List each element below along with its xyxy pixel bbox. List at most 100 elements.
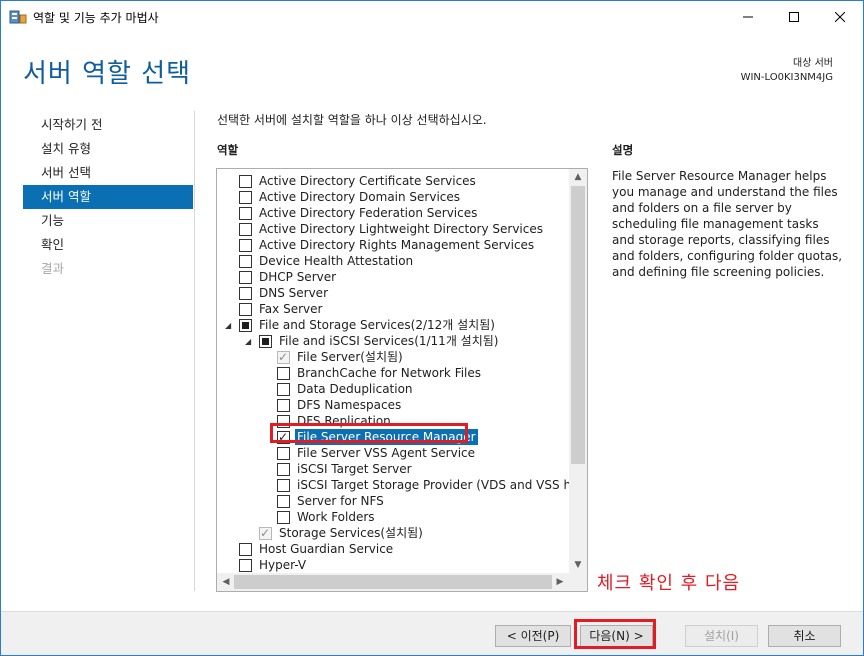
expander-icon[interactable]: ◢ xyxy=(225,321,235,331)
sidebar-item-before-you-begin[interactable]: 시작하기 전 xyxy=(23,113,193,137)
expander-icon[interactable]: ◢ xyxy=(245,337,255,347)
role-checkbox[interactable] xyxy=(239,559,252,572)
role-label: Work Folders xyxy=(297,510,375,524)
cancel-button[interactable]: 취소 xyxy=(768,625,841,647)
role-row[interactable]: iSCSI Target Storage Provider (VDS and V… xyxy=(217,477,569,493)
horizontal-scrollbar[interactable]: ◀ ▶ xyxy=(217,573,569,591)
role-label: Server for NFS xyxy=(297,494,384,508)
role-label: Active Directory Rights Management Servi… xyxy=(259,238,535,252)
sidebar-item-confirmation[interactable]: 확인 xyxy=(23,233,193,257)
role-label: File and iSCSI Services(1/11개 설치됨) xyxy=(279,334,499,348)
role-label: Data Deduplication xyxy=(297,382,413,396)
role-checkbox[interactable] xyxy=(239,191,252,204)
annotation-text: 체크 확인 후 다음 xyxy=(597,573,741,594)
role-row[interactable]: Active Directory Federation Services xyxy=(217,205,569,221)
role-label: DHCP Server xyxy=(259,270,337,284)
role-label: iSCSI Target Server xyxy=(297,462,412,476)
role-checkbox[interactable] xyxy=(277,383,290,396)
sidebar-item-server-selection[interactable]: 서버 선택 xyxy=(23,161,193,185)
role-checkbox[interactable] xyxy=(239,287,252,300)
role-label: Fax Server xyxy=(259,302,323,316)
role-label: Active Directory Federation Services xyxy=(259,206,478,220)
role-checkbox[interactable] xyxy=(239,175,252,188)
role-row[interactable]: Server for NFS xyxy=(217,493,569,509)
wizard-footer: < 이전(P) 다음(N) > 설치(I) 취소 xyxy=(1,611,863,655)
role-checkbox[interactable] xyxy=(239,239,252,252)
role-checkbox[interactable] xyxy=(239,543,252,556)
scroll-right-icon[interactable]: ▶ xyxy=(551,574,569,590)
role-checkbox: ✓ xyxy=(259,526,272,540)
role-row[interactable]: Device Health Attestation xyxy=(217,253,569,269)
role-row[interactable]: File Server VSS Agent Service xyxy=(217,445,569,461)
role-checkbox[interactable] xyxy=(277,367,290,380)
role-checkbox[interactable] xyxy=(277,399,290,412)
role-row[interactable]: Work Folders xyxy=(217,509,569,525)
role-row[interactable]: Data Deduplication xyxy=(217,381,569,397)
maximize-icon xyxy=(789,12,799,22)
minimize-icon xyxy=(743,16,753,18)
role-row[interactable]: ◢ File and Storage Services(2/12개 설치됨) xyxy=(217,317,569,333)
role-checkbox[interactable] xyxy=(239,271,252,284)
target-server-name: WIN-LO0KI3NM4JG xyxy=(740,72,833,83)
role-checkbox[interactable] xyxy=(277,479,290,492)
sidebar-item-server-roles[interactable]: 서버 역할 xyxy=(23,185,193,209)
role-row[interactable]: iSCSI Target Server xyxy=(217,461,569,477)
role-row[interactable]: Active Directory Lightweight Directory S… xyxy=(217,221,569,237)
role-checkbox[interactable] xyxy=(277,463,290,476)
scroll-down-icon[interactable]: ▼ xyxy=(569,557,587,573)
role-label: File Server(설치됨) xyxy=(297,350,403,364)
vertical-scroll-thumb[interactable] xyxy=(571,186,585,464)
role-row[interactable]: Fax Server xyxy=(217,301,569,317)
role-label: iSCSI Target Storage Provider (VDS and V… xyxy=(297,478,569,492)
next-button-annotation-outline xyxy=(574,619,656,649)
role-label: Host Guardian Service xyxy=(259,542,394,556)
scrollbar-corner xyxy=(569,573,587,591)
role-row[interactable]: BranchCache for Network Files xyxy=(217,365,569,381)
title-bar[interactable]: 역할 및 기능 추가 마법사 xyxy=(1,1,863,33)
horizontal-scroll-thumb[interactable] xyxy=(234,575,552,589)
role-checkbox[interactable] xyxy=(239,303,252,316)
role-checkbox[interactable] xyxy=(239,207,252,220)
role-checkbox[interactable] xyxy=(239,319,252,332)
role-checkbox: ✓ xyxy=(277,350,290,364)
vertical-scrollbar[interactable]: ▲ ▼ xyxy=(569,169,587,573)
roles-list[interactable]: Active Directory Certificate Services Act… xyxy=(216,168,588,592)
role-checkbox[interactable] xyxy=(239,223,252,236)
role-checkbox[interactable] xyxy=(259,335,272,348)
role-checkbox[interactable] xyxy=(277,447,290,460)
annotation-highlight-box xyxy=(270,423,468,443)
role-row[interactable]: DNS Server xyxy=(217,285,569,301)
role-row[interactable]: ◢ File and iSCSI Services(1/11개 설치됨) xyxy=(217,333,569,349)
target-server-label: 대상 서버 xyxy=(793,58,833,69)
role-row[interactable]: ✓ Storage Services(설치됨) xyxy=(217,525,569,541)
partial-check-icon xyxy=(262,338,269,345)
checkmark-icon: ✓ xyxy=(278,350,289,364)
scroll-up-icon[interactable]: ▲ xyxy=(569,169,587,185)
role-row[interactable]: Active Directory Rights Management Servi… xyxy=(217,237,569,253)
window-title: 역할 및 기능 추가 마법사 xyxy=(33,11,159,25)
role-row[interactable]: Hyper-V xyxy=(217,557,569,573)
maximize-button[interactable] xyxy=(771,1,817,33)
roles-tree: Active Directory Certificate Services Act… xyxy=(217,173,569,573)
role-row[interactable]: Active Directory Domain Services xyxy=(217,189,569,205)
close-button[interactable] xyxy=(817,1,863,33)
role-row[interactable]: Active Directory Certificate Services xyxy=(217,173,569,189)
description-text: File Server Resource Manager helps you m… xyxy=(612,169,843,279)
role-label: Device Health Attestation xyxy=(259,254,414,268)
role-label: Active Directory Domain Services xyxy=(259,190,461,204)
sidebar-item-installation-type[interactable]: 설치 유형 xyxy=(23,137,193,161)
role-row[interactable]: DHCP Server xyxy=(217,269,569,285)
role-row[interactable]: ✓ File Server(설치됨) xyxy=(217,349,569,365)
sidebar-item-features[interactable]: 기능 xyxy=(23,209,193,233)
role-checkbox[interactable] xyxy=(277,495,290,508)
role-row[interactable]: Host Guardian Service xyxy=(217,541,569,557)
previous-button[interactable]: < 이전(P) xyxy=(495,625,571,647)
scroll-left-icon[interactable]: ◀ xyxy=(217,574,235,590)
close-icon xyxy=(835,12,845,22)
role-label: File and Storage Services(2/12개 설치됨) xyxy=(259,318,495,332)
role-row[interactable]: DFS Namespaces xyxy=(217,397,569,413)
role-label: DFS Namespaces xyxy=(297,398,402,412)
role-checkbox[interactable] xyxy=(239,255,252,268)
minimize-button[interactable] xyxy=(725,1,771,33)
role-checkbox[interactable] xyxy=(277,511,290,524)
